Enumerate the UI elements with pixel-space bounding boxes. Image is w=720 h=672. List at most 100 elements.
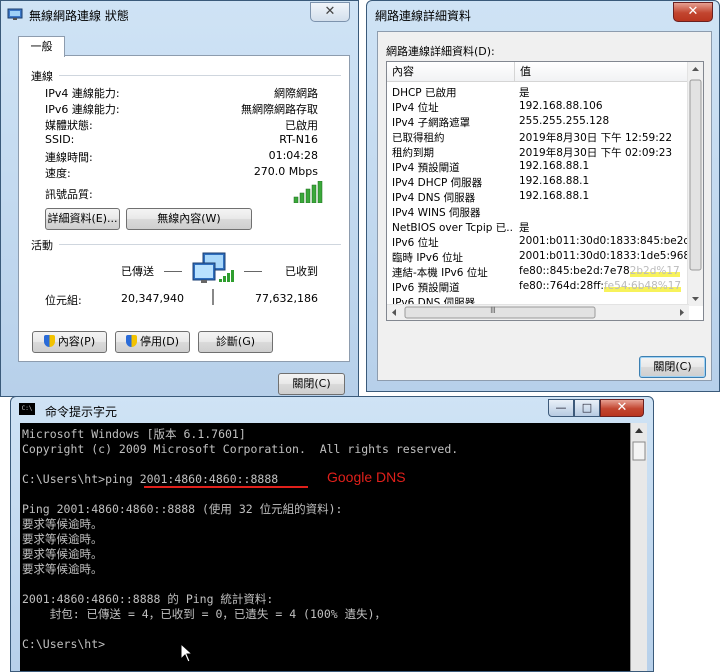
disable-button-label: 停用(D)	[139, 335, 180, 348]
sent-label: 已傳送	[121, 265, 154, 278]
row-value: fe80::845:be2d:7e782b2d%17	[519, 265, 687, 277]
row-value: 是	[519, 87, 530, 99]
row-property: IPv6 位址	[392, 237, 439, 249]
details-vertical-scrollbar[interactable]	[687, 62, 703, 306]
media-state-label: 媒體狀態:	[45, 119, 93, 132]
console-scrollbar[interactable]	[630, 423, 647, 671]
activity-section-title: 活動	[31, 239, 53, 252]
wireless-properties-button[interactable]: 無線內容(W)	[126, 208, 252, 230]
speed-label: 速度:	[45, 167, 71, 180]
shield-icon	[125, 335, 137, 347]
details-close-icon[interactable]: ✕	[673, 2, 713, 22]
row-value: 2019年8月30日 下午 02:09:23	[519, 147, 673, 159]
row-value: 是	[519, 222, 530, 234]
row-property: 臨時 IPv6 位址	[392, 252, 463, 264]
column-header-property[interactable]: 內容	[387, 62, 515, 82]
properties-button-label: 內容(P)	[57, 335, 96, 348]
bytes-sent-value: 20,347,940	[121, 292, 184, 305]
scroll-arrows-icon	[689, 67, 702, 301]
console-line: 要求等候逾時。	[22, 517, 103, 531]
row-property: NetBIOS over Tcpip 已...	[392, 222, 514, 234]
list-item[interactable]: 連結-本機 IPv6 位址 fe80::845:be2d:7e782b2d%17	[387, 264, 687, 279]
console-line: 2001:4860:4860::8888 的 Ping 統計資料:	[22, 592, 274, 606]
row-value: 192.168.88.1	[519, 190, 590, 202]
console-line: Microsoft Windows [版本 6.1.7601]	[22, 427, 246, 441]
minimize-icon[interactable]: —	[548, 399, 574, 417]
scroll-arrows-icon	[392, 306, 684, 319]
list-item[interactable]: IPv6 預設閘道 fe80::764d:28ff:fe54:6b48%17	[387, 279, 687, 294]
network-computers-icon	[192, 252, 234, 305]
console-titlebar[interactable]: C:\ 命令提示字元 — □ ✕	[11, 397, 653, 425]
status-close-button[interactable]: 關閉(C)	[278, 373, 345, 395]
redacted-highlight: 2b2d%17	[629, 265, 680, 277]
row-value: 255.255.255.128	[519, 115, 610, 127]
disable-button[interactable]: 停用(D)	[115, 331, 190, 353]
details-caption: 網路連線詳細資料(D):	[386, 45, 495, 58]
scroll-grip: III	[490, 306, 496, 316]
console-app-icon: C:\	[19, 403, 35, 415]
row-value: 192.168.88.1	[519, 160, 590, 172]
row-property: IPv4 預設閘道	[392, 162, 460, 174]
list-item[interactable]: 已取得租約 2019年8月30日 下午 12:59:22	[387, 129, 687, 144]
ssid-label: SSID:	[45, 133, 75, 146]
console-line: Ping 2001:4860:4860::8888 (使用 32 位元組的資料)…	[22, 502, 343, 516]
list-item[interactable]: NetBIOS over Tcpip 已... 是	[387, 219, 687, 234]
console-line: 要求等候逾時。	[22, 532, 103, 546]
details-listview[interactable]: 內容 值 DHCP 已啟用是 IPv4 位址 192.168.88.106 IPv…	[386, 61, 704, 321]
bytes-received-value: 77,632,186	[255, 292, 318, 305]
duration-value: 01:04:28	[268, 149, 318, 162]
row-property: IPv4 DNS 伺服器	[392, 192, 476, 204]
signal-bars-icon	[293, 181, 323, 203]
row-value: 2001:b011:30d0:1833:1de5:968d:266	[519, 250, 687, 262]
wireless-status-window: 無線網路連線 狀態 ✕ 一般 連線 IPv4 連線能力: 網際網路 IPv6 連…	[0, 0, 359, 397]
row-value-text: fe80::845:be2d:7e78	[519, 265, 630, 277]
bytes-label: 位元組:	[45, 294, 82, 307]
details-horizontal-scrollbar[interactable]: III	[387, 304, 689, 320]
list-item[interactable]: IPv4 位址 192.168.88.106	[387, 99, 687, 114]
sent-line	[164, 271, 182, 272]
redacted-highlight: fe54:6b48%17	[603, 280, 682, 292]
console-output[interactable]: Microsoft Windows [版本 6.1.7601] Copyrigh…	[20, 423, 630, 671]
list-item[interactable]: IPv4 DHCP 伺服器 192.168.88.1	[387, 174, 687, 189]
duration-label: 連線時間:	[45, 151, 93, 164]
row-value-text: fe80::764d:28ff:	[519, 280, 604, 292]
status-close-icon[interactable]: ✕	[310, 2, 350, 22]
list-item[interactable]: 臨時 IPv6 位址 2001:b011:30d0:1833:1de5:968d:…	[387, 249, 687, 264]
connection-divider	[59, 75, 341, 76]
ipv4-connectivity-label: IPv4 連線能力:	[45, 87, 120, 100]
tab-general[interactable]: 一般	[18, 36, 65, 57]
properties-button[interactable]: 內容(P)	[32, 331, 107, 353]
list-item[interactable]: IPv4 WINS 伺服器	[387, 204, 687, 219]
network-details-window: 網路連線詳細資料 ✕ 網路連線詳細資料(D): 內容 值 DHCP 已啟用是 I…	[366, 0, 720, 392]
network-icon	[7, 8, 23, 20]
received-line	[244, 271, 262, 272]
console-line: 要求等候逾時。	[22, 547, 103, 561]
row-property: IPv4 WINS 伺服器	[392, 207, 481, 219]
row-value: 2001:b011:30d0:1833:845:be2d:7e78	[519, 235, 687, 247]
list-item[interactable]: IPv4 DNS 伺服器 192.168.88.1	[387, 189, 687, 204]
console-line: 要求等候逾時。	[22, 562, 103, 576]
list-item[interactable]: IPv4 子網路遮罩 255.255.255.128	[387, 114, 687, 129]
details-button[interactable]: 詳細資料(E)...	[45, 208, 120, 230]
row-value: 2019年8月30日 下午 12:59:22	[519, 132, 673, 144]
status-titlebar[interactable]: 無線網路連線 狀態 ✕	[1, 1, 358, 29]
list-item[interactable]: IPv4 預設閘道 192.168.88.1	[387, 159, 687, 174]
row-property: 租約到期	[392, 147, 434, 159]
ipv6-connectivity-value: 無網際網路存取	[241, 103, 318, 116]
diagnose-button[interactable]: 診斷(G)	[198, 331, 273, 353]
details-titlebar[interactable]: 網路連線詳細資料 ✕	[367, 1, 719, 29]
console-close-icon[interactable]: ✕	[600, 399, 644, 417]
list-item[interactable]: DHCP 已啟用 是	[387, 84, 687, 99]
console-line: C:\Users\ht>ping 2001:4860:4860::8888	[22, 472, 279, 486]
annotation-underline	[144, 486, 308, 488]
ssid-value: RT-N16	[279, 133, 318, 146]
media-state-value: 已啟用	[285, 119, 318, 132]
row-property: DHCP 已啟用	[392, 87, 457, 99]
status-window-title: 無線網路連線 狀態	[29, 9, 129, 23]
console-window-title: 命令提示字元	[45, 405, 118, 419]
list-item[interactable]: IPv6 位址 2001:b011:30d0:1833:845:be2d:7e78	[387, 234, 687, 249]
details-close-button[interactable]: 關閉(C)	[639, 356, 706, 378]
maximize-icon[interactable]: □	[574, 399, 600, 417]
column-header-value[interactable]: 值	[515, 62, 689, 82]
list-item[interactable]: 租約到期 2019年8月30日 下午 02:09:23	[387, 144, 687, 159]
